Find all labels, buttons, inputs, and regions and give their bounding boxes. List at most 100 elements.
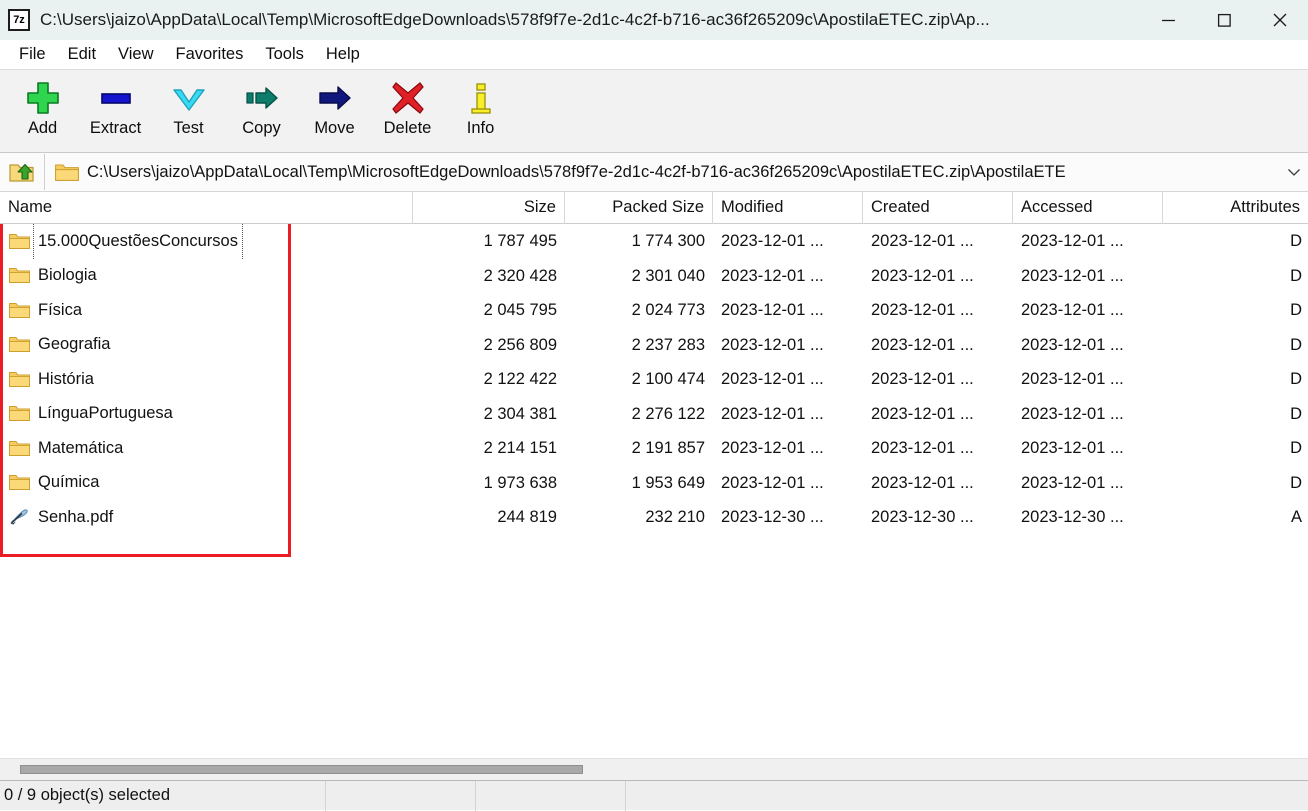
cell-created: 2023-12-01 ...	[871, 370, 974, 388]
chevron-down-icon	[1288, 169, 1300, 176]
title-bar: 7z C:\Users\jaizo\AppData\Local\Temp\Mic…	[0, 0, 1308, 40]
table-row[interactable]: Geografia 2 256 809 2 237 283 2023-12-01…	[0, 328, 1308, 363]
toolbar-delete-button[interactable]: Delete	[371, 70, 444, 148]
plus-icon	[25, 78, 61, 118]
cell-name[interactable]: Biologia	[0, 259, 413, 294]
toolbar-move-label: Move	[314, 119, 355, 137]
cell-modified: 2023-12-30 ...	[721, 508, 824, 526]
horizontal-scrollbar-thumb[interactable]	[20, 765, 583, 774]
up-one-level-button[interactable]	[0, 154, 45, 190]
file-name-label: Matemática	[38, 438, 124, 457]
cell-size: 2 320 428	[483, 266, 557, 285]
menu-edit[interactable]: Edit	[57, 43, 107, 67]
file-name-label: História	[38, 369, 94, 388]
menu-help[interactable]: Help	[315, 43, 371, 67]
toolbar-copy-label: Copy	[242, 119, 281, 137]
chevron-down-icon	[171, 78, 207, 118]
folder-icon	[8, 335, 30, 355]
toolbar-add-label: Add	[27, 119, 58, 137]
column-header-size[interactable]: Size	[413, 191, 565, 224]
file-name-label: 15.000QuestõesConcursos	[33, 224, 243, 259]
cell-packed-size: 2 100 474	[631, 370, 705, 388]
x-mark-icon	[390, 78, 426, 118]
minimize-icon	[1161, 19, 1175, 21]
table-row[interactable]: História 2 122 422 2 100 474 2023-12-01 …	[0, 362, 1308, 397]
table-row[interactable]: 15.000QuestõesConcursos 1 787 495 1 774 …	[0, 224, 1308, 259]
cell-size: 1 787 495	[483, 232, 557, 250]
cell-name[interactable]: 15.000QuestõesConcursos	[0, 224, 413, 259]
column-header-attributes[interactable]: Attributes	[1163, 192, 1308, 224]
folder-icon	[8, 266, 30, 286]
cell-attributes: D	[1290, 335, 1302, 354]
column-header-packed-size[interactable]: Packed Size	[565, 191, 713, 224]
table-row[interactable]: LínguaPortuguesa 2 304 381 2 276 122 202…	[0, 397, 1308, 432]
table-row[interactable]: Química 1 973 638 1 953 649 2023-12-01 .…	[0, 466, 1308, 501]
info-icon	[463, 78, 499, 118]
file-name-label: Geografia	[38, 335, 111, 354]
path-dropdown-button[interactable]	[1280, 154, 1308, 190]
file-name-label: Física	[38, 300, 83, 319]
toolbar-test-button[interactable]: Test	[152, 70, 225, 148]
toolbar-move-button[interactable]: Move	[298, 70, 371, 148]
menu-favorites[interactable]: Favorites	[165, 43, 255, 67]
cell-name[interactable]: Geografia	[0, 328, 413, 363]
cell-created: 2023-12-01 ...	[871, 335, 974, 354]
cell-name[interactable]: LínguaPortuguesa	[0, 397, 413, 432]
toolbar-extract-label: Extract	[89, 119, 142, 137]
cell-name[interactable]: Química	[0, 466, 413, 501]
cell-packed-size: 2 024 773	[631, 301, 705, 319]
cell-created: 2023-12-30 ...	[871, 508, 974, 526]
cell-modified: 2023-12-01 ...	[721, 301, 824, 319]
cell-modified: 2023-12-01 ...	[721, 266, 824, 285]
close-button[interactable]	[1252, 0, 1308, 40]
table-row[interactable]: Matemática 2 214 151 2 191 857 2023-12-0…	[0, 431, 1308, 466]
table-row[interactable]: Senha.pdf 244 819 232 210 2023-12-30 ...…	[0, 500, 1308, 535]
toolbar-extract-button[interactable]: Extract	[79, 70, 152, 148]
minimize-button[interactable]	[1140, 0, 1196, 40]
column-header-name[interactable]: Name	[0, 191, 413, 224]
cell-modified: 2023-12-01 ...	[721, 473, 824, 492]
folder-icon	[8, 438, 30, 458]
folder-icon	[8, 369, 30, 389]
status-bar: 0 / 9 object(s) selected	[0, 780, 1308, 811]
maximize-button[interactable]	[1196, 0, 1252, 40]
table-row[interactable]: Física 2 045 795 2 024 773 2023-12-01 ..…	[0, 293, 1308, 328]
menu-view[interactable]: View	[107, 43, 164, 67]
status-selection-text: 0 / 9 object(s) selected	[0, 780, 326, 811]
cell-name[interactable]: Matemática	[0, 431, 413, 466]
toolbar-info-button[interactable]: Info	[444, 70, 517, 148]
cell-size: 1 973 638	[483, 473, 557, 492]
column-header-created[interactable]: Created	[863, 191, 1013, 224]
toolbar-copy-button[interactable]: Copy	[225, 70, 298, 148]
cell-attributes: D	[1290, 404, 1302, 423]
cell-modified: 2023-12-01 ...	[721, 370, 824, 388]
arrow-right-icon	[244, 78, 280, 118]
table-row[interactable]: Biologia 2 320 428 2 301 040 2023-12-01 …	[0, 259, 1308, 294]
horizontal-scrollbar[interactable]	[0, 758, 1308, 780]
column-header-modified[interactable]: Modified	[713, 191, 863, 224]
toolbar-add-button[interactable]: Add	[6, 70, 79, 148]
file-list[interactable]: 15.000QuestõesConcursos 1 787 495 1 774 …	[0, 224, 1308, 758]
folder-icon	[8, 404, 30, 424]
cell-packed-size: 2 276 122	[631, 404, 705, 423]
cell-name[interactable]: Senha.pdf	[0, 500, 413, 535]
menu-tools[interactable]: Tools	[254, 43, 315, 67]
cell-name[interactable]: Física	[0, 293, 413, 328]
maximize-icon	[1217, 13, 1231, 27]
cell-name[interactable]: História	[0, 362, 413, 397]
cell-attributes: D	[1290, 439, 1302, 457]
cell-packed-size: 2 301 040	[631, 266, 705, 285]
folder-icon	[55, 164, 79, 181]
cell-created: 2023-12-01 ...	[871, 266, 974, 285]
cell-attributes: D	[1290, 301, 1302, 319]
cell-accessed: 2023-12-30 ...	[1021, 508, 1124, 526]
column-header-accessed[interactable]: Accessed	[1013, 191, 1163, 224]
cell-packed-size: 1 774 300	[631, 232, 705, 250]
menu-file[interactable]: File	[8, 43, 57, 67]
cell-modified: 2023-12-01 ...	[721, 439, 824, 457]
cell-attributes: D	[1290, 232, 1302, 250]
cell-size: 2 045 795	[483, 301, 557, 319]
cell-accessed: 2023-12-01 ...	[1021, 370, 1124, 388]
cell-size: 2 256 809	[483, 335, 557, 354]
path-combobox[interactable]: C:\Users\jaizo\AppData\Local\Temp\Micros…	[45, 154, 1280, 190]
